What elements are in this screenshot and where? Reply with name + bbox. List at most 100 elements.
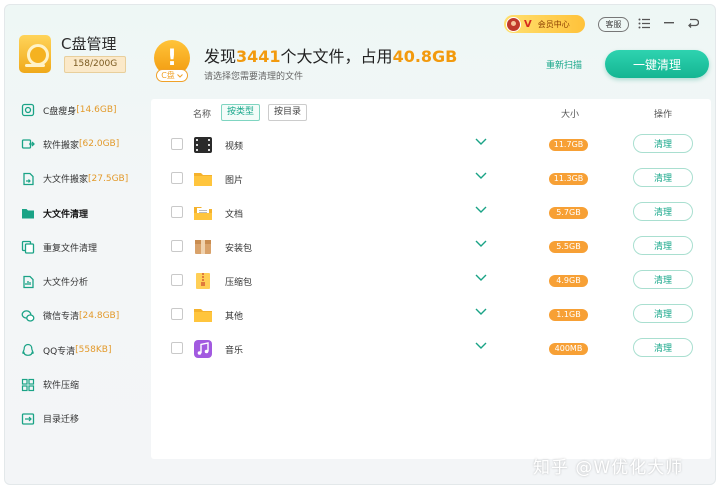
row-checkbox[interactable] xyxy=(171,342,183,354)
sidebar-item-large-file-clean[interactable]: 大文件清理 xyxy=(5,196,139,230)
row-checkbox[interactable] xyxy=(171,240,183,252)
clean-button[interactable]: 清理 xyxy=(633,202,693,221)
watermark: 知乎 @W优化大师 xyxy=(533,458,684,478)
column-name-header: 名称 xyxy=(193,110,212,120)
sidebar-item-label: 重复文件清理 xyxy=(43,243,98,254)
sidebar-item-duplicate-clean[interactable]: 重复文件清理 xyxy=(5,230,139,264)
chevron-down-icon xyxy=(176,73,183,78)
sidebar-item-label: 目录迁移 xyxy=(43,415,80,426)
migrate-icon xyxy=(21,412,35,426)
chevron-down-icon[interactable] xyxy=(474,306,488,318)
disk-usage-badge: 158/200G xyxy=(64,56,126,73)
sidebar-nav: C盘瘦身 [14.6GB] 软件搬家 [62.0GB] 大文件搬家 [27.5G… xyxy=(5,93,139,436)
software-move-icon xyxy=(21,137,35,151)
table-row[interactable]: 其他 1.1GB 清理 xyxy=(151,298,711,332)
chevron-down-icon[interactable] xyxy=(474,238,488,250)
clean-button[interactable]: 清理 xyxy=(633,134,693,153)
vip-mark: V xyxy=(524,18,532,30)
file-size-badge: 11.3GB xyxy=(549,173,588,185)
sidebar-item-size: [24.8GB] xyxy=(79,310,120,321)
clean-button[interactable]: 清理 xyxy=(633,304,693,323)
music-icon xyxy=(194,340,212,358)
image-folder-icon xyxy=(194,173,212,186)
headline-middle: 个大文件，占用 xyxy=(280,47,393,66)
sidebar-item-label: C盘瘦身 xyxy=(43,106,77,117)
clean-button[interactable]: 清理 xyxy=(633,236,693,255)
sidebar-item-label: 软件搬家 xyxy=(43,140,80,151)
sidebar-item-file-analysis[interactable]: 大文件分析 xyxy=(5,264,139,298)
file-table: 名称 按类型 按目录 大小 操作 视频 11.7GB 清理 图片 11.3GB … xyxy=(151,99,711,459)
warning-drive-icon: ! C盘 xyxy=(151,40,193,84)
archive-icon xyxy=(196,273,210,289)
clean-button[interactable]: 清理 xyxy=(633,338,693,357)
brand: C盘管理 158/200G xyxy=(17,31,139,81)
sidebar-item-wechat-clean[interactable]: 微信专清 [24.8GB] xyxy=(5,299,139,333)
disk-slim-icon xyxy=(21,103,35,117)
table-header: 名称 按类型 按目录 大小 操作 xyxy=(151,99,711,127)
row-checkbox[interactable] xyxy=(171,172,183,184)
table-row[interactable]: 文档 5.7GB 清理 xyxy=(151,196,711,230)
table-row[interactable]: 压缩包 4.9GB 清理 xyxy=(151,264,711,298)
file-size-badge: 1.1GB xyxy=(549,309,588,321)
menu-icon[interactable] xyxy=(636,15,652,31)
vip-center-button[interactable]: V 会员中心 xyxy=(504,15,585,33)
qq-icon xyxy=(21,343,35,357)
sidebar-item-c-slim[interactable]: C盘瘦身 [14.6GB] xyxy=(5,93,139,127)
disk-logo-icon xyxy=(19,35,51,73)
row-checkbox[interactable] xyxy=(171,206,183,218)
clean-button[interactable]: 清理 xyxy=(633,270,693,289)
clean-all-button[interactable]: 一键清理 xyxy=(605,50,709,78)
clean-button[interactable]: 清理 xyxy=(633,168,693,187)
table-row[interactable]: 音乐 400MB 清理 xyxy=(151,332,711,366)
rescan-link[interactable]: 重新扫描 xyxy=(546,58,582,71)
tab-by-directory[interactable]: 按目录 xyxy=(268,104,308,121)
compress-icon xyxy=(21,378,35,392)
table-row[interactable]: 图片 11.3GB 清理 xyxy=(151,162,711,196)
file-type-name: 其他 xyxy=(225,312,244,322)
tab-by-type[interactable]: 按类型 xyxy=(221,104,261,121)
file-size-badge: 5.7GB xyxy=(549,207,588,219)
file-size-badge: 5.5GB xyxy=(549,241,588,253)
wechat-icon xyxy=(21,309,35,323)
customer-service-button[interactable]: 客服 xyxy=(598,17,629,32)
file-type-name: 安装包 xyxy=(225,244,253,254)
file-size-badge: 4.9GB xyxy=(549,275,588,287)
page-subtitle: 请选择您需要清理的文件 xyxy=(204,72,304,82)
file-type-name: 视频 xyxy=(225,142,244,152)
file-size-badge: 11.7GB xyxy=(549,139,588,151)
sidebar-item-label: QQ专清 xyxy=(43,346,76,357)
sidebar-item-software-compress[interactable]: 软件压缩 xyxy=(5,367,139,401)
chevron-down-icon[interactable] xyxy=(474,170,488,182)
analysis-icon xyxy=(21,275,35,289)
sidebar-item-size: [27.5GB] xyxy=(88,173,129,184)
row-checkbox[interactable] xyxy=(171,274,183,286)
file-count: 3441 xyxy=(236,47,281,66)
row-checkbox[interactable] xyxy=(171,308,183,320)
sidebar-item-software-move[interactable]: 软件搬家 [62.0GB] xyxy=(5,127,139,161)
sidebar-item-file-move[interactable]: 大文件搬家 [27.5GB] xyxy=(5,162,139,196)
column-size-header: 大小 xyxy=(561,110,580,120)
drive-selector[interactable]: C盘 xyxy=(156,69,188,82)
minimize-icon[interactable] xyxy=(661,15,677,31)
file-type-name: 图片 xyxy=(225,176,244,186)
sidebar-item-size: [558KB] xyxy=(75,345,112,356)
file-type-name: 文档 xyxy=(225,210,244,220)
sidebar-item-label: 大文件分析 xyxy=(43,278,89,289)
sidebar-item-label: 微信专清 xyxy=(43,312,80,323)
page-title: 发现3441个大文件，占用40.8GB xyxy=(204,43,457,67)
chevron-down-icon[interactable] xyxy=(474,136,488,148)
chevron-down-icon[interactable] xyxy=(474,272,488,284)
row-checkbox[interactable] xyxy=(171,138,183,150)
other-folder-icon xyxy=(194,309,212,322)
app-window: C盘管理 158/200G C盘瘦身 [14.6GB] 软件搬家 [62.0GB… xyxy=(4,4,716,485)
sidebar-item-qq-clean[interactable]: QQ专清 [558KB] xyxy=(5,333,139,367)
chevron-down-icon[interactable] xyxy=(474,340,488,352)
package-icon xyxy=(195,240,211,254)
table-row[interactable]: 安装包 5.5GB 清理 xyxy=(151,230,711,264)
back-icon[interactable] xyxy=(685,15,701,31)
chevron-down-icon[interactable] xyxy=(474,204,488,216)
vip-center-label: 会员中心 xyxy=(537,19,570,29)
sidebar-item-dir-migrate[interactable]: 目录迁移 xyxy=(5,402,139,436)
table-row[interactable]: 视频 11.7GB 清理 xyxy=(151,128,711,162)
drive-tag-label: C盘 xyxy=(161,71,175,80)
